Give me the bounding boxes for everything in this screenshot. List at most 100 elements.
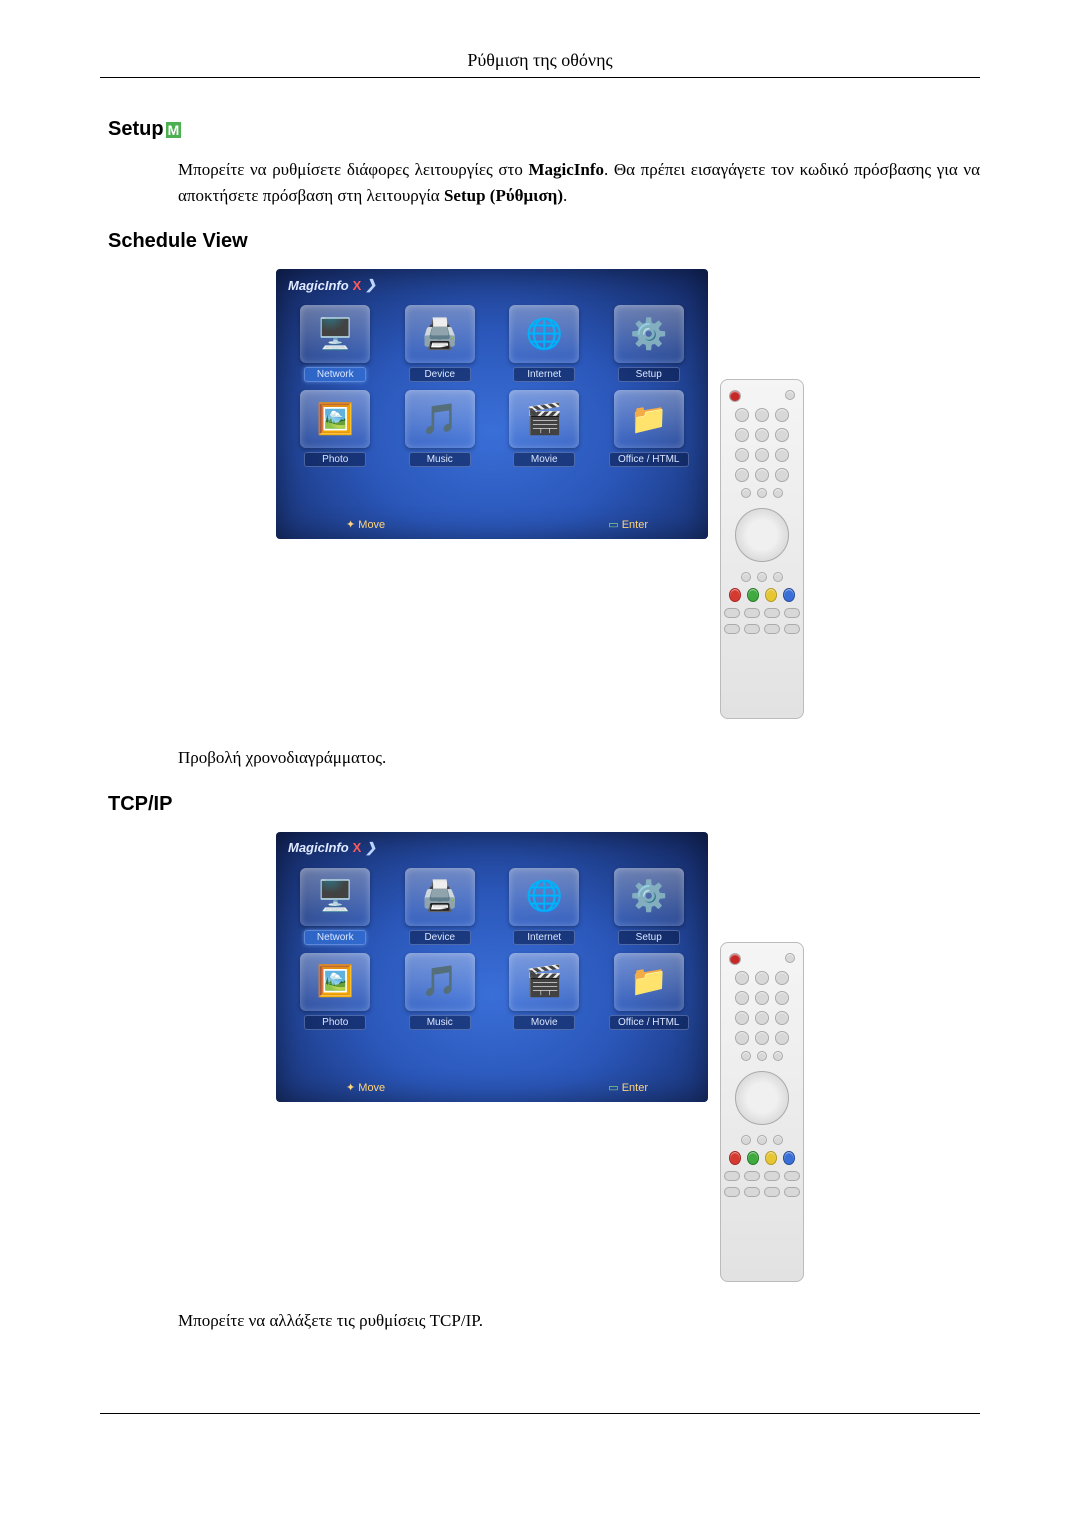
screen-icon-grid: Network Device Internet Setup Photo xyxy=(286,299,698,467)
remote-button[interactable] xyxy=(775,991,789,1005)
remote-power-icon[interactable] xyxy=(729,953,741,965)
tile-device[interactable]: Device xyxy=(395,305,486,382)
remote-power-icon[interactable] xyxy=(729,390,741,402)
remote-red-button[interactable] xyxy=(729,1151,741,1165)
remote-button[interactable] xyxy=(741,1051,751,1061)
remote-key[interactable] xyxy=(744,1187,760,1197)
remote-source-button[interactable] xyxy=(785,390,795,400)
remote-button[interactable] xyxy=(773,572,783,582)
remote-button[interactable] xyxy=(755,468,769,482)
remote-button[interactable] xyxy=(775,408,789,422)
setup-description: Μπορείτε να ρυθμίσετε διάφορες λειτουργί… xyxy=(178,157,980,208)
remote-button[interactable] xyxy=(775,971,789,985)
remote-button[interactable] xyxy=(735,991,749,1005)
remote-button[interactable] xyxy=(755,448,769,462)
remote-green-button[interactable] xyxy=(747,588,759,602)
remote-button[interactable] xyxy=(773,488,783,498)
tile-music[interactable]: Music xyxy=(395,953,486,1030)
bird-icon: ❯ xyxy=(365,277,376,293)
tile-photo[interactable]: Photo xyxy=(290,390,381,467)
tile-office[interactable]: Office / HTML xyxy=(604,390,695,467)
remote-button[interactable] xyxy=(775,428,789,442)
photo-icon xyxy=(300,953,370,1011)
remote-key[interactable] xyxy=(784,1187,800,1197)
remote-key[interactable] xyxy=(724,1171,740,1181)
remote-button[interactable] xyxy=(755,971,769,985)
remote-button[interactable] xyxy=(755,1031,769,1045)
folder-icon xyxy=(614,390,684,448)
remote-button[interactable] xyxy=(775,1031,789,1045)
remote-control xyxy=(720,942,804,1282)
remote-button[interactable] xyxy=(755,1011,769,1025)
remote-control xyxy=(720,379,804,719)
remote-button[interactable] xyxy=(735,448,749,462)
tile-setup[interactable]: Setup xyxy=(604,305,695,382)
tile-office[interactable]: Office / HTML xyxy=(604,953,695,1030)
remote-button[interactable] xyxy=(755,428,769,442)
remote-button[interactable] xyxy=(773,1135,783,1145)
remote-button[interactable] xyxy=(741,1135,751,1145)
remote-red-button[interactable] xyxy=(729,588,741,602)
remote-key[interactable] xyxy=(784,624,800,634)
remote-green-button[interactable] xyxy=(747,1151,759,1165)
tile-internet[interactable]: Internet xyxy=(499,305,590,382)
remote-button[interactable] xyxy=(757,1135,767,1145)
remote-yellow-button[interactable] xyxy=(765,1151,777,1165)
remote-dpad[interactable] xyxy=(735,1071,789,1125)
tile-music[interactable]: Music xyxy=(395,390,486,467)
remote-button[interactable] xyxy=(735,408,749,422)
remote-button[interactable] xyxy=(757,488,767,498)
remote-button[interactable] xyxy=(741,572,751,582)
magicinfo-screen: MagicInfo X ❯ Network Device Internet xyxy=(276,832,708,1102)
remote-source-button[interactable] xyxy=(785,953,795,963)
monitor-icon xyxy=(300,305,370,363)
screen-icon-grid: Network Device Internet Setup Photo xyxy=(286,862,698,1030)
remote-key[interactable] xyxy=(784,1171,800,1181)
remote-button[interactable] xyxy=(755,991,769,1005)
remote-button[interactable] xyxy=(735,1011,749,1025)
tile-movie[interactable]: Movie xyxy=(499,953,590,1030)
remote-button[interactable] xyxy=(741,488,751,498)
remote-key[interactable] xyxy=(764,608,780,618)
remote-button[interactable] xyxy=(735,468,749,482)
remote-button[interactable] xyxy=(735,428,749,442)
tile-device[interactable]: Device xyxy=(395,868,486,945)
remote-key[interactable] xyxy=(744,608,760,618)
remote-key[interactable] xyxy=(724,624,740,634)
tile-network[interactable]: Network xyxy=(290,868,381,945)
remote-button[interactable] xyxy=(773,1051,783,1061)
remote-key[interactable] xyxy=(764,1187,780,1197)
remote-button[interactable] xyxy=(775,1011,789,1025)
tile-setup[interactable]: Setup xyxy=(604,868,695,945)
remote-button[interactable] xyxy=(757,1051,767,1061)
tile-movie[interactable]: Movie xyxy=(499,390,590,467)
tile-network[interactable]: Network xyxy=(290,305,381,382)
remote-key[interactable] xyxy=(724,1187,740,1197)
remote-button[interactable] xyxy=(735,1031,749,1045)
remote-key[interactable] xyxy=(764,1171,780,1181)
tile-internet[interactable]: Internet xyxy=(499,868,590,945)
remote-dpad[interactable] xyxy=(735,508,789,562)
screen-brand-text: MagicInfo xyxy=(288,278,349,293)
remote-blue-button[interactable] xyxy=(783,588,795,602)
remote-button[interactable] xyxy=(755,408,769,422)
remote-button[interactable] xyxy=(735,971,749,985)
photo-icon xyxy=(300,390,370,448)
remote-key[interactable] xyxy=(744,1171,760,1181)
remote-key[interactable] xyxy=(764,624,780,634)
tile-label-movie: Movie xyxy=(513,452,575,467)
tile-label-photo: Photo xyxy=(304,452,366,467)
setup-text-bold2: Setup (Ρύθμιση) xyxy=(444,186,563,205)
remote-blue-button[interactable] xyxy=(783,1151,795,1165)
remote-button[interactable] xyxy=(775,448,789,462)
remote-yellow-button[interactable] xyxy=(765,588,777,602)
remote-button[interactable] xyxy=(757,572,767,582)
remote-key[interactable] xyxy=(744,624,760,634)
heading-schedule-view: Schedule View xyxy=(108,230,980,253)
remote-key[interactable] xyxy=(724,608,740,618)
screen-footer: Move Enter xyxy=(276,1081,708,1094)
tile-label-photo: Photo xyxy=(304,1015,366,1030)
remote-button[interactable] xyxy=(775,468,789,482)
remote-key[interactable] xyxy=(784,608,800,618)
tile-photo[interactable]: Photo xyxy=(290,953,381,1030)
